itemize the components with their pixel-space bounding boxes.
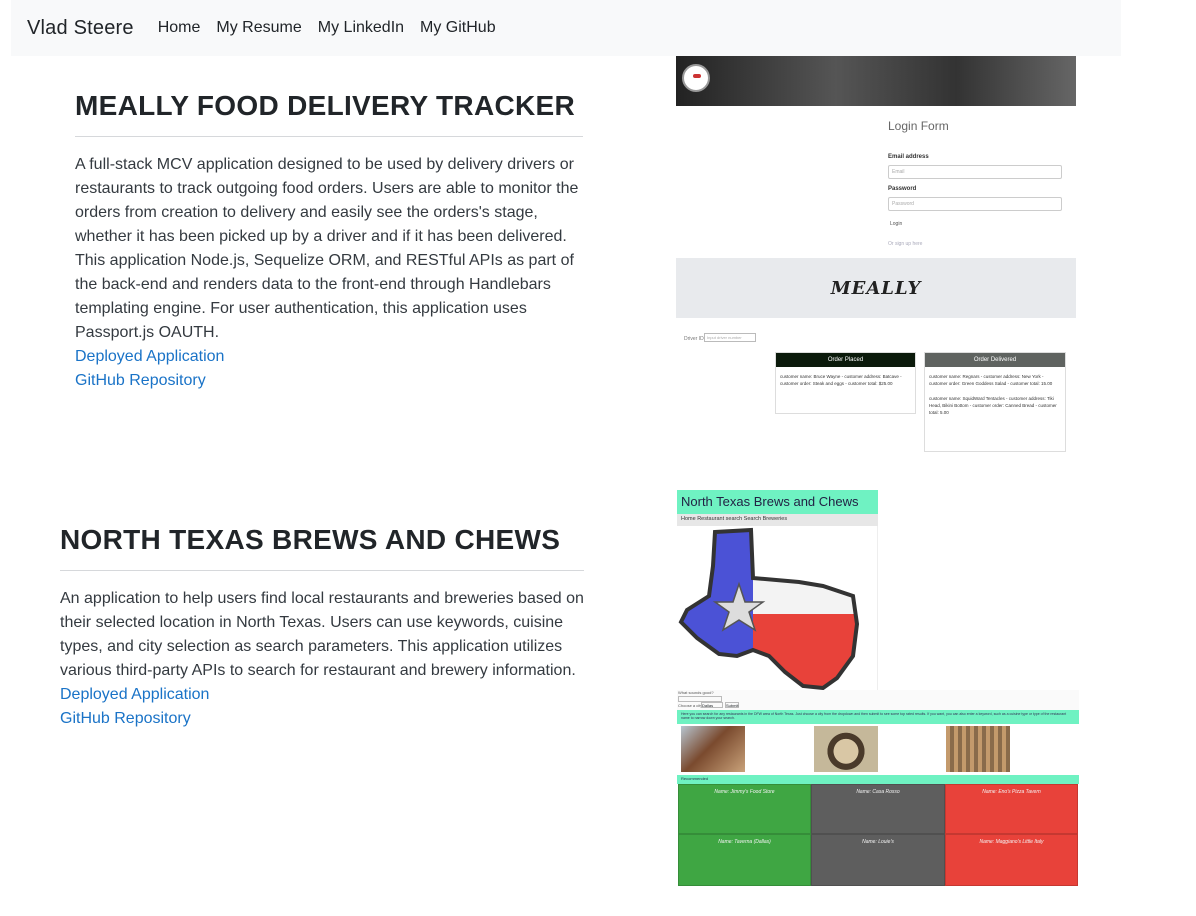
project-description: An application to help users find local … [60,590,584,679]
ntx-screenshot: North Texas Brews and Chews Home Restaur… [677,490,1079,890]
password-field: Password [888,197,1062,211]
nav-link-home[interactable]: Home [158,19,201,37]
project-description: A full-stack MCV application designed to… [75,156,579,341]
project-ntx-brews: NORTH TEXAS BREWS AND CHEWS An applicati… [60,524,584,731]
tile-name: Name: Eno's Pizza Tavern [982,789,1041,795]
email-label: Email address [888,154,929,160]
city-label: Choose a city [678,703,703,708]
order-delivered-body-2: customer name: SquidWard Tentacles - cus… [929,396,1057,415]
github-repository-link[interactable]: GitHub Repository [75,369,583,393]
texas-flag-map-icon [677,526,878,691]
project-meally: MEALLY FOOD DELIVERY TRACKER A full-stac… [75,90,583,393]
ntx-nav: Home Restaurant search Search Breweries [677,514,878,526]
deployed-application-link[interactable]: Deployed Application [60,683,584,707]
order-delivered-card: Order Delivered customer name: Regnars -… [924,352,1066,452]
driver-label: Driver ID [684,336,704,342]
password-label: Password [888,186,917,192]
recommended-label: Recommended [677,775,1079,784]
meally-screenshot: Login Form Email address Email Password … [676,56,1076,456]
login-form-title: Login Form [888,119,949,133]
meally-banner: MEALLY [676,258,1076,318]
brewery-photo [946,726,1010,772]
restaurant-tile: Name: Eno's Pizza Tavern [945,784,1078,834]
nav-link-resume[interactable]: My Resume [216,19,301,37]
order-delivered-body-1: customer name: Regnars - customer addres… [929,374,1053,386]
restaurant-tile: Name: Casa Rosso [811,784,945,834]
restaurant-tile: Name: Louie's [811,834,945,886]
deployed-application-link[interactable]: Deployed Application [75,345,583,369]
project-title: MEALLY FOOD DELIVERY TRACKER [75,90,583,137]
navbar: Vlad Steere Home My Resume My LinkedIn M… [11,0,1121,56]
signup-link: Or sign up here [888,241,923,247]
login-button: Login [890,221,903,227]
github-repository-link[interactable]: GitHub Repository [60,707,584,731]
tile-name: Name: Casa Rosso [856,789,900,795]
city-select: Dallas [701,702,723,708]
meally-logo-icon [682,64,710,92]
order-delivered-title: Order Delivered [925,353,1065,367]
restaurant-tile: Name: Jimmy's Food Store [678,784,811,834]
driver-input: Input driver number [704,333,756,342]
order-placed-title: Order Placed [776,353,915,367]
food-photo-1 [681,726,745,772]
order-placed-body: customer name: Bruce Wayne - customer ad… [780,374,902,386]
tile-name: Name: Maggiano's Little Italy [979,839,1044,845]
order-placed-card: Order Placed customer name: Bruce Wayne … [775,352,916,414]
email-field: Email [888,165,1062,179]
ntx-search-form: What sounds good? Choose a city Dallas S… [677,690,1079,710]
tile-name: Name: Jimmy's Food Store [714,789,775,795]
meally-banner-text: MEALLY [830,277,922,299]
nav-link-linkedin[interactable]: My LinkedIn [318,19,404,37]
meally-header-image [676,56,1076,106]
food-photo-2 [814,726,878,772]
project-title: NORTH TEXAS BREWS AND CHEWS [60,524,584,571]
submit-button: Submit [725,702,739,708]
tile-name: Name: Taverna (Dallas) [718,839,771,845]
nav-link-github[interactable]: My GitHub [420,19,496,37]
navbar-brand[interactable]: Vlad Steere [27,17,134,40]
tile-name: Name: Louie's [862,839,894,845]
restaurant-tile: Name: Taverna (Dallas) [678,834,811,886]
ntx-instructions: Here you can search for any restaurants … [677,710,1079,724]
ntx-header: North Texas Brews and Chews [677,490,878,514]
search-label: What sounds good? [678,690,714,695]
restaurant-tile: Name: Maggiano's Little Italy [945,834,1078,886]
